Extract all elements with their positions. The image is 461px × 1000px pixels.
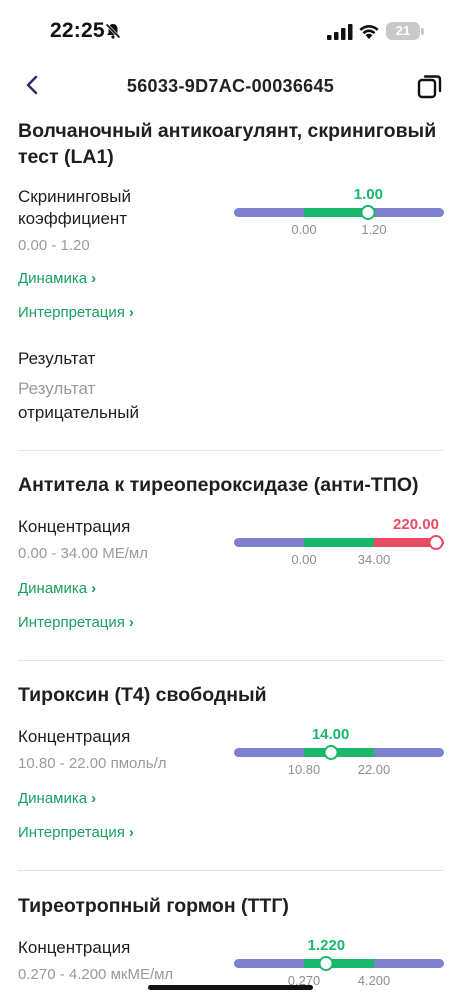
section-divider: [18, 450, 444, 451]
parameter-name: Концентрация: [18, 727, 131, 746]
dynamics-link-label: Динамика: [18, 580, 88, 597]
test-card-free-t4: Тироксин (Т4) свободный Концентрация 10.…: [18, 682, 444, 841]
parameter-name: Скрининговый коэффициент: [18, 187, 131, 228]
gauge-bar: [234, 748, 444, 757]
gauge-above-range-segment: [374, 959, 444, 968]
copy-icon[interactable]: [416, 72, 444, 100]
test-title: Волчаночный антикоагулянт, скриниговый т…: [18, 120, 437, 168]
result-gauge: 14.00 10.80 22.00: [234, 726, 444, 777]
wifi-icon: [359, 25, 379, 39]
test-card-anti-tpo: Антитела к тиреопероксидазе (анти-ТПО) К…: [18, 472, 444, 631]
chevron-right-icon: ›: [128, 614, 134, 631]
bell-off-icon: [105, 23, 121, 39]
gauge-below-range-segment: [234, 208, 304, 217]
result-marker: [428, 535, 444, 550]
test-card-lupus-anticoagulant: Волчаночный антикоагулянт, скриниговый т…: [18, 118, 444, 422]
parameter-name: Концентрация: [18, 517, 131, 536]
section-divider: [18, 870, 444, 871]
tick-high: 1.20: [361, 222, 387, 237]
test-title: Тиреотропный гормон (ТТГ): [18, 895, 289, 917]
dynamics-link[interactable]: Динамика ›: [18, 270, 96, 287]
dynamics-link[interactable]: Динамика ›: [18, 790, 96, 807]
chevron-right-icon: ›: [128, 824, 134, 841]
order-number-title: 56033-9D7AC-00036645: [126, 76, 335, 96]
result-value-label: 1.220: [307, 937, 346, 954]
result-value-label: 14.00: [311, 726, 350, 743]
parameter-name: Концентрация: [18, 938, 131, 957]
status-bar: 22:25 21: [0, 0, 461, 62]
tick-low: 0.00: [291, 552, 317, 567]
tick-high: 4.200: [357, 973, 391, 988]
chevron-right-icon: ›: [128, 304, 134, 321]
chevron-right-icon: ›: [91, 580, 97, 597]
dynamics-link[interactable]: Динамика ›: [18, 580, 96, 597]
tick-low: 10.80: [287, 762, 321, 777]
gauge-above-range-segment: [374, 748, 444, 757]
interpretation-link-label: Интерпретация: [18, 614, 125, 631]
interpretation-link-label: Интерпретация: [18, 304, 125, 321]
interpretation-link-label: Интерпретация: [18, 824, 125, 841]
interpretation-link[interactable]: Интерпретация ›: [18, 614, 134, 631]
result-gauge: 1.220 0.270 4.200: [234, 937, 444, 988]
dynamics-link-label: Динамика: [18, 790, 88, 807]
result-marker: [360, 205, 376, 220]
chevron-right-icon: ›: [91, 790, 97, 807]
tick-high: 22.00: [357, 762, 391, 777]
result-value: отрицательный: [18, 403, 140, 422]
reference-range: 0.270 - 4.200 мкМЕ/мл: [18, 966, 174, 983]
result-gauge: 220.00 0.00 34.00: [234, 516, 444, 567]
gauge-normal-range-segment: [304, 538, 374, 547]
section-divider: [18, 660, 444, 661]
gauge-normal-range-segment: [304, 959, 374, 968]
dynamics-link-label: Динамика: [18, 270, 88, 287]
interpretation-link[interactable]: Интерпретация ›: [18, 824, 134, 841]
chevron-right-icon: ›: [91, 270, 97, 287]
result-gauge: 1.00 0.00 1.20: [234, 186, 444, 237]
test-title: Тироксин (Т4) свободный: [18, 684, 267, 706]
status-time: 22:25: [50, 19, 105, 42]
gauge-above-range-segment: [374, 208, 444, 217]
tick-high: 34.00: [357, 552, 391, 567]
result-value-label: 220.00: [393, 516, 439, 533]
result-label: Результат: [18, 349, 96, 368]
result-prefix: Результат: [18, 379, 96, 398]
test-title: Антитела к тиреопероксидазе (анти-ТПО): [18, 474, 419, 496]
interpretation-link[interactable]: Интерпретация ›: [18, 304, 134, 321]
battery-indicator: 21: [386, 22, 420, 40]
gauge-normal-range-segment: [304, 748, 374, 757]
gauge-below-range-segment: [234, 959, 304, 968]
gauge-bar: [234, 538, 444, 547]
gauge-bar: [234, 208, 444, 217]
reference-range: 0.00 - 34.00 МЕ/мл: [18, 545, 148, 562]
gauge-below-range-segment: [234, 748, 304, 757]
cellular-signal-icon: [327, 24, 353, 40]
gauge-bar: [234, 959, 444, 968]
home-indicator: [148, 985, 313, 990]
navigation-bar: 56033-9D7AC-00036645: [0, 62, 461, 112]
reference-range: 10.80 - 22.00 пмоль/л: [18, 755, 167, 772]
test-card-tsh: Тиреотропный гормон (ТТГ) Концентрация 0…: [18, 893, 444, 988]
tick-low: 0.00: [291, 222, 317, 237]
result-value-label: 1.00: [353, 186, 383, 203]
battery-tip: [421, 28, 424, 35]
result-marker: [318, 956, 334, 971]
reference-range: 0.00 - 1.20: [18, 237, 90, 254]
result-marker: [323, 745, 339, 760]
gauge-below-range-segment: [234, 538, 304, 547]
